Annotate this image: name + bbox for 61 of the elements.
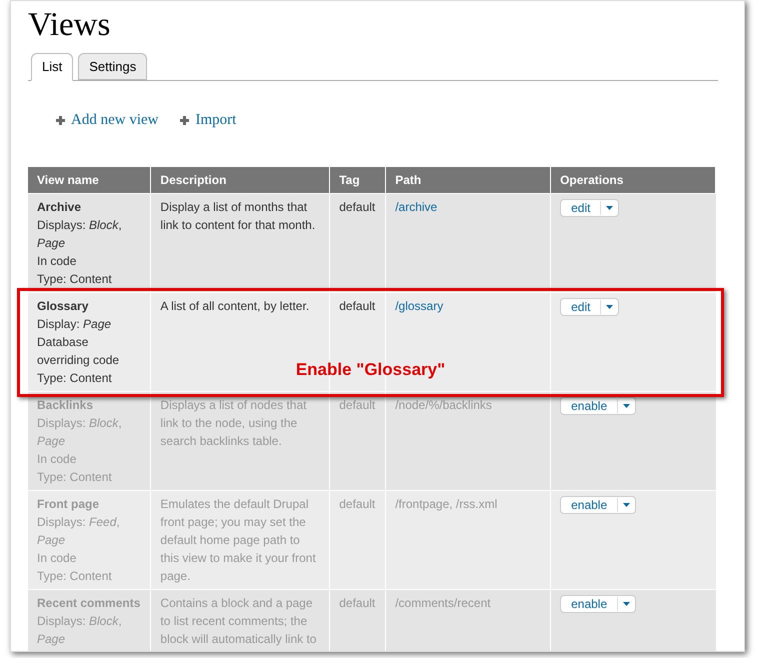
add-link[interactable]: Import — [180, 109, 236, 132]
add-link[interactable]: Add new view — [56, 109, 158, 132]
view-tag: default — [339, 200, 376, 214]
view-name: Recent comments — [37, 594, 142, 612]
caret-icon[interactable] — [606, 304, 614, 308]
caret-icon[interactable] — [623, 602, 630, 606]
path-link[interactable]: /archive — [395, 200, 438, 214]
column-header: View name — [28, 166, 151, 193]
view-info: In code — [37, 550, 78, 566]
view-info: Type: Content — [37, 568, 113, 584]
view-name: Front page — [37, 496, 100, 512]
operation-label[interactable]: enable — [561, 496, 618, 512]
annotation-label: Enable "Glossary" — [296, 360, 446, 380]
view-info: Type: Content — [37, 270, 113, 288]
view-description: Displays a list of nodes that link to the node, using the search backlinks table. — [160, 398, 306, 448]
view-description: Display a list of months that link to content for that month. — [160, 200, 316, 232]
view-info: Display: Page — [37, 316, 112, 332]
view-info: Database overriding code — [37, 334, 120, 368]
plus-icon — [56, 116, 65, 125]
page-title: Views — [28, 6, 112, 45]
column-header: Operations — [550, 166, 716, 193]
operation-label[interactable]: edit — [561, 298, 600, 314]
view-tag: default — [339, 298, 376, 312]
view-name: Glossary — [37, 298, 90, 314]
view-tag: default — [339, 596, 376, 610]
view-info: In code — [37, 450, 78, 468]
view-name: Archive — [37, 198, 82, 216]
plus-icon — [180, 116, 190, 125]
view-name: Backlinks — [37, 396, 94, 414]
view-info: Displays: Block, Page — [37, 216, 123, 252]
column-header: Description — [150, 166, 330, 193]
path-link[interactable]: /glossary — [395, 298, 444, 312]
column-header: Path — [386, 166, 551, 193]
caret-icon[interactable] — [606, 206, 614, 210]
tab[interactable]: List — [31, 53, 74, 81]
view-tag: default — [339, 496, 376, 510]
operation-dropdown[interactable]: edit — [560, 298, 620, 316]
view-path: /comments/recent — [395, 596, 491, 610]
caret-icon[interactable] — [623, 404, 630, 408]
operation-dropdown[interactable]: enable — [560, 496, 636, 514]
view-description: Emulates the default Drupal front page; you may set the default home page path to this view to make it your front page. — [160, 496, 316, 582]
tab[interactable]: Settings — [78, 53, 148, 80]
caret-icon[interactable] — [623, 502, 630, 506]
view-info: Type: Content — [37, 370, 113, 386]
view-description: A list of all content, by letter. — [160, 298, 310, 312]
operation-label[interactable]: enable — [561, 398, 618, 414]
view-description: Contains a block and a page to list recent comments; the block will automatically link to — [160, 596, 316, 646]
column-header: Tag — [330, 166, 386, 193]
operation-label[interactable]: enable — [561, 596, 618, 612]
operation-label[interactable]: edit — [561, 200, 600, 216]
view-info: Type: Content — [37, 468, 113, 486]
view-info: Displays: Block, Page — [37, 414, 123, 450]
view-path: /frontpage, /rss.xml — [395, 496, 498, 510]
view-info: Displays: Block, Page — [37, 612, 123, 648]
operation-dropdown[interactable]: edit — [560, 198, 620, 216]
view-tag: default — [339, 398, 376, 412]
view-info: Displays: Feed, Page — [37, 514, 121, 548]
operation-dropdown[interactable]: enable — [560, 396, 636, 414]
view-path: /node/%/backlinks — [395, 398, 492, 412]
operation-dropdown[interactable]: enable — [560, 594, 636, 612]
view-info: In code — [37, 252, 78, 270]
